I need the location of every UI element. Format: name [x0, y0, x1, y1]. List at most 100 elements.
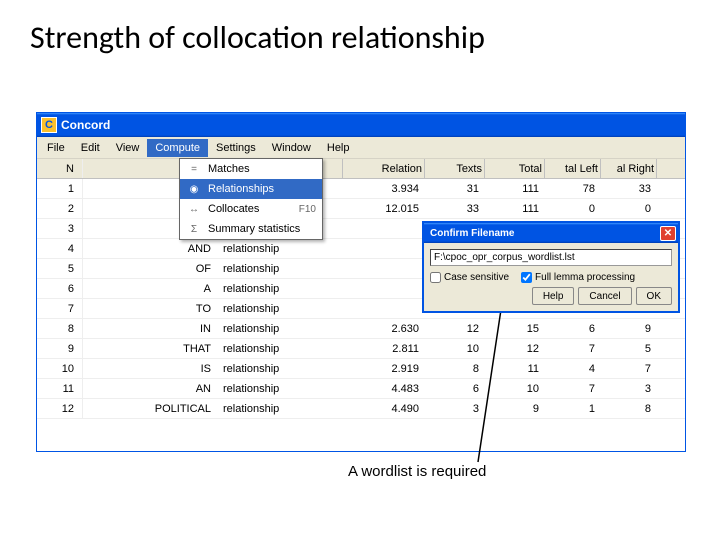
menubar: File Edit View Compute Settings Window H… — [37, 137, 685, 159]
cell-left: 7 — [545, 339, 601, 358]
cell-texts: 6 — [425, 379, 485, 398]
cell-right: 33 — [601, 179, 657, 198]
titlebar: C Concord — [37, 113, 685, 137]
cell-total: 12 — [485, 339, 545, 358]
table-row[interactable]: 1lationship3.934311117833 — [37, 179, 685, 199]
table-row[interactable]: 8INrelationship2.630121569 — [37, 319, 685, 339]
header-n[interactable]: N — [37, 159, 83, 178]
dropdown-item-label: Collocates — [208, 203, 299, 215]
header-right[interactable]: al Right — [601, 159, 657, 178]
cell-relation: 2.630 — [343, 319, 425, 338]
dropdown-item-label: Summary statistics — [208, 223, 316, 235]
window-title: Concord — [61, 118, 110, 132]
cell-texts: 12 — [425, 319, 485, 338]
table-row[interactable]: 9THATrelationship2.811101275 — [37, 339, 685, 359]
dropdown-item-summary-statistics[interactable]: Σ Summary statistics — [180, 219, 322, 239]
close-icon[interactable]: ✕ — [660, 226, 676, 241]
cell-left: 1 — [545, 399, 601, 418]
cell-relation — [343, 219, 425, 238]
cell-n: 10 — [37, 359, 83, 378]
menu-edit[interactable]: Edit — [73, 139, 108, 157]
dropdown-item-icon: ↔ — [186, 202, 202, 216]
cell-n: 4 — [37, 239, 83, 258]
cell-n: 5 — [37, 259, 83, 278]
cell-total: 10 — [485, 379, 545, 398]
cell-right: 9 — [601, 319, 657, 338]
dialog-title: Confirm Filename — [430, 228, 514, 239]
cell-with: relationship — [217, 399, 343, 418]
cell-word: THAT — [83, 339, 217, 358]
cell-word: AN — [83, 379, 217, 398]
menu-help[interactable]: Help — [319, 139, 358, 157]
cell-right: 8 — [601, 399, 657, 418]
cell-total: 15 — [485, 319, 545, 338]
menu-settings[interactable]: Settings — [208, 139, 264, 157]
ok-button[interactable]: OK — [636, 287, 672, 305]
cell-relation — [343, 299, 425, 318]
help-button[interactable]: Help — [532, 287, 575, 305]
cell-n: 1 — [37, 179, 83, 198]
menu-window[interactable]: Window — [264, 139, 319, 157]
cell-n: 7 — [37, 299, 83, 318]
cell-word: A — [83, 279, 217, 298]
cell-relation — [343, 239, 425, 258]
full-lemma-checkbox[interactable]: Full lemma processing — [521, 272, 635, 283]
dropdown-item-icon: Σ — [186, 222, 202, 236]
dialog-buttons: Help Cancel OK — [430, 287, 672, 305]
case-sensitive-checkbox[interactable]: Case sensitive — [430, 272, 509, 283]
cell-with: relationship — [217, 299, 343, 318]
cancel-button[interactable]: Cancel — [578, 287, 631, 305]
table-row[interactable]: 12POLITICALrelationship4.4903918 — [37, 399, 685, 419]
cell-n: 9 — [37, 339, 83, 358]
cell-n: 6 — [37, 279, 83, 298]
dialog-options: Case sensitive Full lemma processing — [430, 272, 672, 283]
header-texts[interactable]: Texts — [425, 159, 485, 178]
dialog-titlebar: Confirm Filename ✕ — [424, 223, 678, 243]
cell-left: 0 — [545, 199, 601, 218]
cell-right: 0 — [601, 199, 657, 218]
dropdown-item-matches[interactable]: =Matches — [180, 159, 322, 179]
cell-word: IS — [83, 359, 217, 378]
cell-texts: 3 — [425, 399, 485, 418]
dropdown-item-relationships[interactable]: ◉Relationships — [180, 179, 322, 199]
dropdown-item-shortcut: F10 — [299, 204, 316, 215]
cell-texts: 10 — [425, 339, 485, 358]
header-relation[interactable]: Relation — [343, 159, 425, 178]
full-lemma-input[interactable] — [521, 272, 532, 283]
table-row[interactable]: 11ANrelationship4.48361073 — [37, 379, 685, 399]
menu-view[interactable]: View — [108, 139, 148, 157]
cell-left: 4 — [545, 359, 601, 378]
cell-with: relationship — [217, 239, 343, 258]
cell-texts: 8 — [425, 359, 485, 378]
cell-word: POLITICAL — [83, 399, 217, 418]
cell-relation: 2.919 — [343, 359, 425, 378]
filename-field[interactable]: F:\cpoc_opr_corpus_wordlist.lst — [430, 249, 672, 266]
dialog-body: F:\cpoc_opr_corpus_wordlist.lst Case sen… — [424, 243, 678, 311]
confirm-filename-dialog: Confirm Filename ✕ F:\cpoc_opr_corpus_wo… — [422, 221, 680, 313]
header-total[interactable]: Total — [485, 159, 545, 178]
cell-relation: 2.811 — [343, 339, 425, 358]
cell-with: relationship — [217, 379, 343, 398]
cell-n: 8 — [37, 319, 83, 338]
menu-compute[interactable]: Compute — [147, 139, 208, 157]
cell-right: 5 — [601, 339, 657, 358]
annotation-text: A wordlist is required — [348, 463, 486, 480]
menu-file[interactable]: File — [39, 139, 73, 157]
cell-word: TO — [83, 299, 217, 318]
cell-n: 2 — [37, 199, 83, 218]
table-headers: N Word With Relation Texts Total tal Lef… — [37, 159, 685, 179]
cell-total: 111 — [485, 199, 545, 218]
cell-word: AND — [83, 239, 217, 258]
cell-n: 11 — [37, 379, 83, 398]
dropdown-item-collocates[interactable]: ↔ CollocatesF10 — [180, 199, 322, 219]
dropdown-item-icon: ◉ — [186, 182, 202, 196]
case-sensitive-input[interactable] — [430, 272, 441, 283]
slide-title: Strength of collocation relationship — [0, 0, 720, 57]
dropdown-item-icon: = — [186, 162, 202, 176]
cell-right: 7 — [601, 359, 657, 378]
table-row[interactable]: 2lationship12.0153311100 — [37, 199, 685, 219]
table-row[interactable]: 10ISrelationship2.91981147 — [37, 359, 685, 379]
header-left[interactable]: tal Left — [545, 159, 601, 178]
cell-total: 9 — [485, 399, 545, 418]
cell-texts: 33 — [425, 199, 485, 218]
